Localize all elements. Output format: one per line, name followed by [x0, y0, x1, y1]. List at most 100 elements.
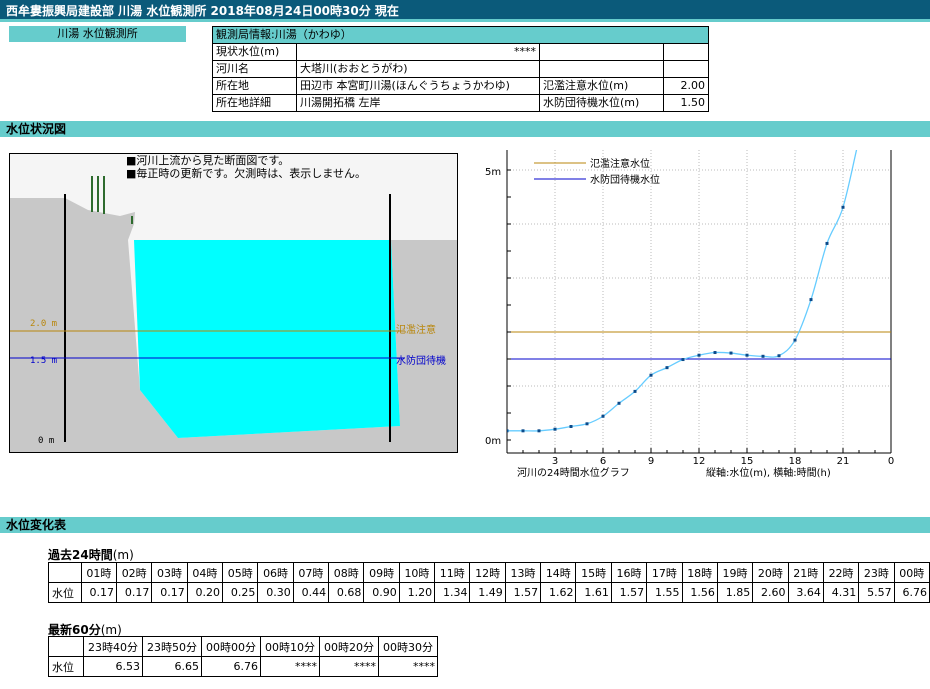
empty-cell [48, 562, 82, 583]
data-point [793, 338, 797, 342]
data-point [569, 425, 573, 428]
location-value: 田辺市 本宮町川湯(ほんぐうちょうかわゆ) [296, 77, 540, 95]
table-cell: 18時 [681, 562, 718, 583]
table-cell: 03時 [151, 562, 188, 583]
y-tick-label: 5m [485, 167, 501, 178]
table-cell: 1.20 [398, 582, 436, 603]
table-cell: **** [319, 656, 379, 677]
empty-cell [663, 60, 709, 78]
table-cell: **** [378, 656, 438, 677]
table-cell: 05時 [222, 562, 259, 583]
location-detail-label: 所在地詳細 [212, 94, 297, 112]
location-label: 所在地 [212, 77, 297, 95]
table-cell: 08時 [328, 562, 365, 583]
table-cell: 1.49 [469, 582, 506, 603]
table-cell: 20時 [752, 562, 789, 583]
table-cell: 23時40分 [83, 636, 143, 657]
table-cell: 0.90 [363, 582, 400, 603]
past24-unit: (m) [112, 548, 134, 562]
table-cell: **** [260, 656, 320, 677]
table-cell: 01時 [80, 562, 118, 583]
empty-cell [539, 43, 664, 61]
diagram-note-2: ■毎正時の更新です。欠測時は、表示しません。 [126, 166, 366, 180]
table-cell: 0.25 [222, 582, 259, 603]
table-cell: 1.85 [716, 582, 754, 603]
table-cell: 23時 [858, 562, 895, 583]
table-cell: 1.34 [434, 582, 471, 603]
data-point [633, 389, 637, 393]
data-point [761, 354, 765, 358]
data-point [507, 429, 509, 433]
table-cell: 12時 [469, 562, 506, 583]
table-cell: 2.60 [752, 582, 789, 603]
location-detail-value: 川湯開拓橋 左岸 [296, 94, 540, 112]
table-cell: 00時 [893, 562, 930, 583]
table-cell: 6.76 [893, 582, 930, 603]
current-level-value: **** [296, 43, 540, 61]
table-cell: 6.53 [83, 656, 143, 677]
table-cell: 5.57 [858, 582, 895, 603]
diagram-note-1: ■河川上流から見た断面図です。 [126, 154, 289, 167]
table-cell: 06時 [257, 562, 294, 583]
table-cell: 02時 [116, 562, 153, 583]
data-point [809, 298, 813, 302]
table-cell: 1.57 [504, 582, 542, 603]
table-cell: 4.31 [822, 582, 860, 603]
cross-section-panel: 2.0 m 1.5 m 0 m 氾濫注意 水防団待機 ■河川上流から見た断面図で… [9, 153, 458, 453]
section-table-heading: 水位変化表 [0, 517, 930, 533]
standby-level-tag: 水防団待機 [396, 354, 446, 367]
data-point [713, 351, 717, 355]
current-level-label: 現状水位(m) [212, 43, 297, 61]
table-cell: 00時00分 [201, 636, 261, 657]
river-name-value: 大塔川(おおとうがわ) [296, 60, 540, 78]
data-point [617, 401, 621, 405]
table-cell: 0.17 [151, 582, 188, 603]
flood-level-value: 2.00 [663, 77, 709, 95]
data-point [537, 429, 541, 433]
table-cell: 19時 [716, 562, 754, 583]
x-tick-label: 0 [888, 456, 894, 467]
water-level-chart: 氾濫注意水位 水防団待機水位 3 6 9 12 15 18 21 0 5m 0m 河川の24時… [485, 150, 894, 479]
data-point [745, 353, 749, 357]
latest60-title: 最新60分 [48, 623, 101, 637]
river-water [134, 240, 400, 438]
latest60-table: 23時40分 23時50分 00時00分 00時10分 00時20分 00時30分 水位 6… [48, 636, 438, 677]
station-info-table: 観測局情報:川湯（かわゆ） 現状水位(m) **** 河川名 大塔川(おおとうが… [212, 26, 709, 112]
empty-cell [663, 43, 709, 61]
x-tick-label: 21 [837, 456, 850, 467]
table-cell: 3.64 [787, 582, 824, 603]
row-label: 水位 [48, 656, 84, 677]
flood-level-tick: 2.0 m [30, 319, 57, 329]
cross-section-diagram: 2.0 m 1.5 m 0 m 氾濫注意 水防団待機 ■河川上流から見た断面図で… [10, 154, 457, 452]
table-cell: 23時50分 [142, 636, 202, 657]
table-cell: 0.20 [186, 582, 224, 603]
table-cell: 0.17 [116, 582, 153, 603]
x-tick-label: 9 [648, 456, 654, 467]
x-tick-label: 6 [600, 456, 606, 467]
table-cell: 00時10分 [260, 636, 320, 657]
chart-caption-left: 河川の24時間水位グラフ [517, 466, 630, 479]
past24-title: 過去24時間 [48, 548, 113, 562]
legend-standby-label: 水防団待機水位 [590, 173, 660, 186]
table-cell: 10時 [398, 562, 436, 583]
flood-level-tag: 氾濫注意 [396, 323, 436, 336]
latest60-unit: (m) [100, 623, 122, 637]
data-point [681, 358, 685, 362]
legend-flood-label: 氾濫注意水位 [590, 157, 650, 170]
standby-level-value: 1.50 [663, 94, 709, 112]
table-cell: 00時20分 [319, 636, 379, 657]
x-tick-label: 12 [693, 456, 706, 467]
table-cell: 22時 [822, 562, 860, 583]
data-point [649, 373, 653, 377]
x-tick-label: 15 [741, 456, 754, 467]
table-cell: 1.62 [540, 582, 577, 603]
standby-level-tick: 1.5 m [30, 356, 57, 366]
zero-level-tick: 0 m [38, 436, 54, 446]
table-cell: 1.55 [646, 582, 683, 603]
data-point [521, 429, 525, 433]
table-cell: 00時30分 [378, 636, 438, 657]
data-point [553, 427, 557, 431]
empty-cell [48, 636, 84, 657]
data-point [665, 366, 669, 370]
station-label: 川湯 水位観測所 [9, 26, 186, 42]
